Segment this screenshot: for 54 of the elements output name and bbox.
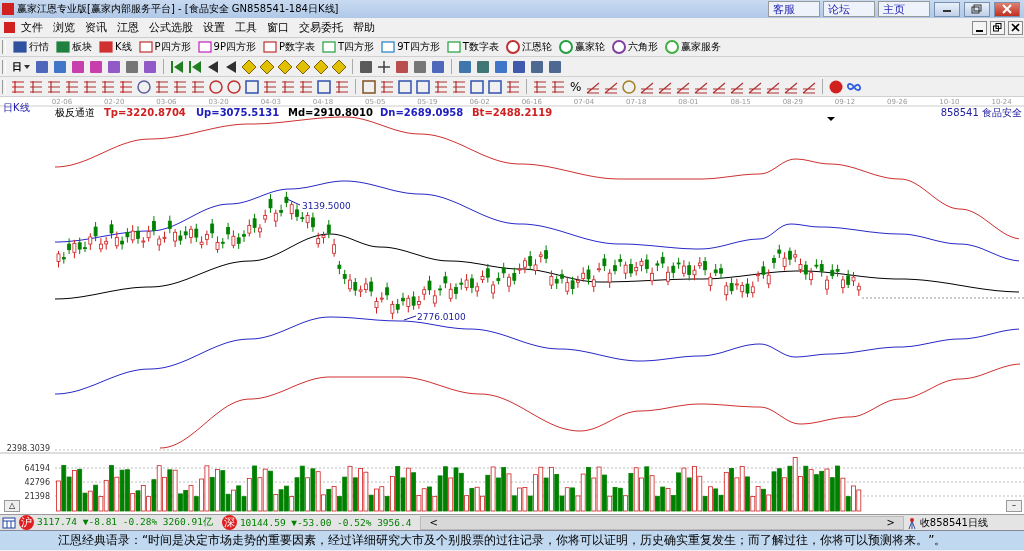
toolbar-button[interactable]: T数字表 (444, 40, 501, 54)
menu-item[interactable]: 资讯 (81, 20, 111, 35)
menu-item[interactable]: 江恩 (113, 20, 143, 35)
axis-label: 21398 (24, 492, 50, 501)
header-link[interactable]: 客服 (768, 1, 820, 17)
axis-label: 64194 (24, 464, 50, 473)
toolbar-button[interactable]: 9T四方形 (379, 40, 442, 54)
toolbar-button[interactable]: 行情 (11, 40, 51, 54)
expand-button[interactable]: – (1006, 500, 1022, 512)
header-link[interactable]: 主页 (878, 1, 930, 17)
market-badge: 深 (221, 515, 237, 530)
toolbar-button[interactable]: 江恩轮 (503, 40, 554, 54)
period-label: 日K线 (3, 102, 30, 113)
market-badge: 沪 (19, 515, 34, 530)
axis-label: 42796 (24, 478, 50, 487)
indicator-value: Dn=2689.0958 (380, 107, 464, 118)
toolbar-button[interactable]: 赢家服务 (662, 40, 723, 54)
toolbar-button[interactable]: P数字表 (261, 40, 318, 54)
status-text: 收858541日线 (919, 515, 989, 530)
instrument-label: 858541 食品安全 (940, 107, 1022, 118)
low-price-label: 2776.0100 (417, 312, 466, 322)
percent-button[interactable]: % (568, 79, 584, 94)
indicator-name: 极反通道 (55, 107, 95, 118)
period-dropdown[interactable]: 日 (10, 59, 32, 74)
toolbar-button[interactable]: 六角形 (609, 40, 660, 54)
header-link[interactable]: 论坛 (823, 1, 875, 17)
index-quote: 10144.59 ▼-53.00 -0.52% 3956.4 (239, 517, 412, 528)
menu-item[interactable]: 工具 (231, 20, 261, 35)
indicator-value: Up=3075.5131 (196, 107, 280, 118)
quote-ticker: 江恩经典语录：“时间是决定市场走势的重要因素，经过详细研究大市及个别股票的过往记录，你将可以证明，历史确实重复发生；而了解过往，你将可以预测将来。”。 (0, 530, 1024, 550)
axis-label: 2398.3039 (6, 444, 50, 453)
menu-item[interactable]: 公式选股 (145, 20, 197, 35)
toolbar-button[interactable]: 9P四方形 (195, 40, 258, 54)
toolbar-button[interactable]: T四方形 (320, 40, 377, 54)
toolbar-button[interactable]: 赢家轮 (556, 40, 607, 54)
high-price-label: 3139.5000 (302, 201, 351, 211)
menu-item[interactable]: 浏览 (49, 20, 79, 35)
scroll-left-button[interactable]: < (429, 516, 438, 529)
index-quote: 3117.74 ▼-8.81 -0.28% 3260.91亿 (37, 516, 213, 529)
scrollbar[interactable]: < > (420, 515, 904, 530)
toolbar-button[interactable]: 板块 (54, 40, 94, 54)
menu-item[interactable]: 帮助 (349, 20, 379, 35)
menu-item[interactable]: 窗口 (263, 20, 293, 35)
menu-item[interactable]: 文件 (17, 20, 47, 35)
scroll-right-button[interactable]: > (886, 516, 895, 529)
indicator-value: Tp=3220.8704 (104, 107, 186, 118)
menu-item[interactable]: 交易委托 (295, 20, 347, 35)
collapse-button[interactable]: △ (4, 500, 20, 512)
indicator-value: Md=2910.8010 (288, 107, 373, 118)
indicator-value: Bt=2488.2119 (472, 107, 553, 118)
menu-item[interactable]: 设置 (199, 20, 229, 35)
window-title: 赢家江恩专业版[赢家内部服务平台] - [食品安全 GN858541-184日K线] (17, 2, 339, 16)
toolbar-button[interactable]: P四方形 (136, 40, 193, 54)
toolbar-button[interactable]: K线 (97, 40, 134, 54)
